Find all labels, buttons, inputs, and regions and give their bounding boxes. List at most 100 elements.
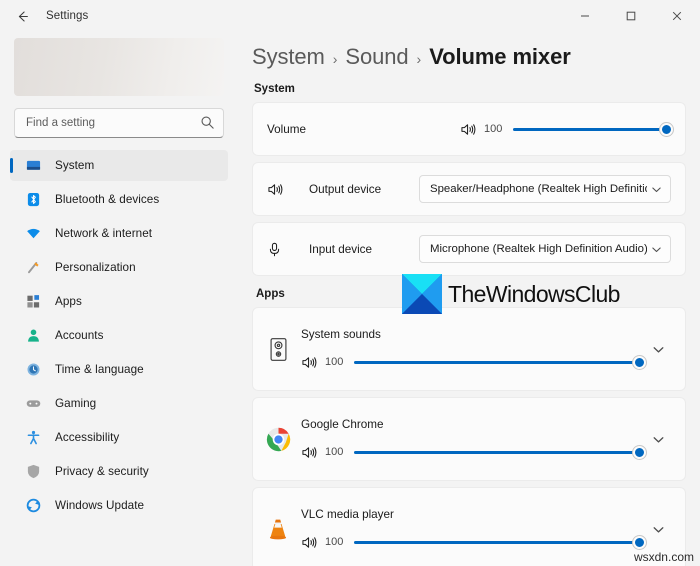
shield-icon (24, 463, 42, 481)
sidebar-item-system[interactable]: System (10, 150, 228, 181)
chevron-down-icon (652, 186, 661, 192)
bluetooth-icon (24, 191, 42, 209)
monitor-icon (24, 157, 42, 175)
slider-track (513, 127, 671, 131)
speaker-box-icon (263, 337, 293, 362)
chevron-down-icon (653, 346, 663, 353)
app-name: System sounds (301, 328, 381, 341)
settings-window: Settings Find a setting System Bluetooth… (0, 0, 700, 566)
input-device-card: Input device Microphone (Realtek High De… (252, 222, 686, 276)
app-card-vlc-media-player: VLC media player 100 (252, 487, 686, 566)
search-container (14, 108, 224, 138)
sidebar-item-label: Accounts (55, 329, 104, 342)
slider-track (354, 360, 644, 364)
app-card-google-chrome: Google Chrome 100 (252, 397, 686, 481)
app-volume-slider[interactable] (354, 534, 646, 550)
app-row: System sounds 100 (253, 308, 685, 390)
app-slider-row: 100 (301, 354, 646, 370)
app-title: Settings (46, 10, 89, 22)
close-icon (672, 11, 682, 21)
app-row: Google Chrome 100 (253, 398, 685, 480)
input-device-select[interactable]: Microphone (Realtek High Definition Audi… (419, 235, 671, 263)
sidebar: System Bluetooth & devices Network & int… (0, 32, 238, 566)
sidebar-item-label: Accessibility (55, 431, 120, 444)
output-device-select[interactable]: Speaker/Headphone (Realtek High Definiti… (419, 175, 671, 203)
app-name: VLC media player (301, 508, 394, 521)
sidebar-item-label: Network & internet (55, 227, 153, 240)
breadcrumb-separator: › (332, 51, 338, 67)
app-slider-row: 100 (301, 534, 646, 550)
arrow-left-icon (18, 11, 28, 21)
account-banner[interactable] (14, 38, 224, 96)
search-input[interactable] (14, 108, 224, 138)
app-name: Google Chrome (301, 418, 384, 431)
sidebar-item-network-internet[interactable]: Network & internet (10, 218, 228, 249)
maximize-icon (626, 11, 636, 21)
section-label-apps: Apps (256, 288, 285, 300)
sidebar-item-apps[interactable]: Apps (10, 286, 228, 317)
sidebar-item-time-language[interactable]: Time & language (10, 354, 228, 385)
thewindowsclub-brand-text: TheWindowsClub (448, 280, 620, 307)
app-volume-slider[interactable] (354, 444, 646, 460)
slider-thumb[interactable] (633, 355, 646, 369)
input-device-row: Input device Microphone (Realtek High De… (253, 223, 685, 275)
input-device-label: Input device (309, 242, 373, 256)
corner-watermark: wsxdn.com (633, 550, 694, 564)
chrome-icon (263, 427, 293, 452)
accessibility-icon (24, 429, 42, 447)
speaker-icon (302, 356, 317, 368)
minimize-icon (581, 15, 589, 17)
close-button[interactable] (654, 0, 700, 32)
app-expand-button[interactable] (645, 343, 671, 356)
sidebar-item-label: Gaming (55, 397, 97, 410)
app-row: VLC media player 100 (253, 488, 685, 566)
thewindowsclub-watermark: TheWindowsClub (402, 274, 620, 314)
sidebar-item-accessibility[interactable]: Accessibility (10, 422, 228, 453)
app-slider-row: 100 (301, 444, 646, 460)
slider-thumb[interactable] (660, 122, 673, 136)
thewindowsclub-logo-icon (402, 274, 442, 314)
volume-value: 100 (484, 123, 503, 135)
maximize-button[interactable] (608, 0, 654, 32)
chevron-down-icon (653, 436, 663, 443)
vlc-cone-icon (263, 517, 293, 541)
back-button[interactable] (6, 0, 38, 32)
title-bar: Settings (0, 0, 700, 32)
update-icon (24, 497, 42, 515)
sidebar-nav: System Bluetooth & devices Network & int… (8, 150, 230, 524)
volume-card: Volume 100 (252, 102, 686, 156)
sidebar-item-label: Bluetooth & devices (55, 193, 160, 206)
wifi-icon (24, 225, 42, 243)
app-expand-button[interactable] (645, 523, 671, 536)
speaker-icon (267, 182, 287, 197)
input-device-value: Microphone (Realtek High Definition Audi… (430, 243, 647, 255)
sidebar-item-gaming[interactable]: Gaming (10, 388, 228, 419)
gamepad-icon (24, 395, 42, 413)
person-icon (24, 327, 42, 345)
sidebar-item-personalization[interactable]: Personalization (10, 252, 228, 283)
sidebar-item-accounts[interactable]: Accounts (10, 320, 228, 351)
slider-thumb[interactable] (633, 445, 646, 459)
microphone-icon (267, 242, 287, 257)
sidebar-item-label: Time & language (55, 363, 144, 376)
breadcrumb-sound[interactable]: Sound (345, 44, 408, 70)
sidebar-item-windows-update[interactable]: Windows Update (10, 490, 228, 521)
paintbrush-icon (24, 259, 42, 277)
breadcrumb: System › Sound › Volume mixer (252, 32, 686, 83)
app-expand-button[interactable] (645, 433, 671, 446)
app-card-system-sounds: System sounds 100 (252, 307, 686, 391)
slider-thumb[interactable] (633, 535, 646, 549)
clock-icon (24, 361, 42, 379)
sidebar-item-bluetooth-devices[interactable]: Bluetooth & devices (10, 184, 228, 215)
app-volume-slider[interactable] (354, 354, 646, 370)
volume-slider[interactable] (513, 121, 673, 137)
slider-track (354, 450, 644, 454)
minimize-button[interactable] (562, 0, 608, 32)
chevron-down-icon (652, 246, 661, 252)
sidebar-item-privacy-security[interactable]: Privacy & security (10, 456, 228, 487)
app-main: VLC media player 100 (293, 508, 646, 550)
app-volume-value: 100 (325, 536, 344, 548)
breadcrumb-system[interactable]: System (252, 44, 325, 70)
speaker-icon (302, 446, 317, 458)
content-pane: System › Sound › Volume mixer System Vol… (238, 32, 700, 566)
